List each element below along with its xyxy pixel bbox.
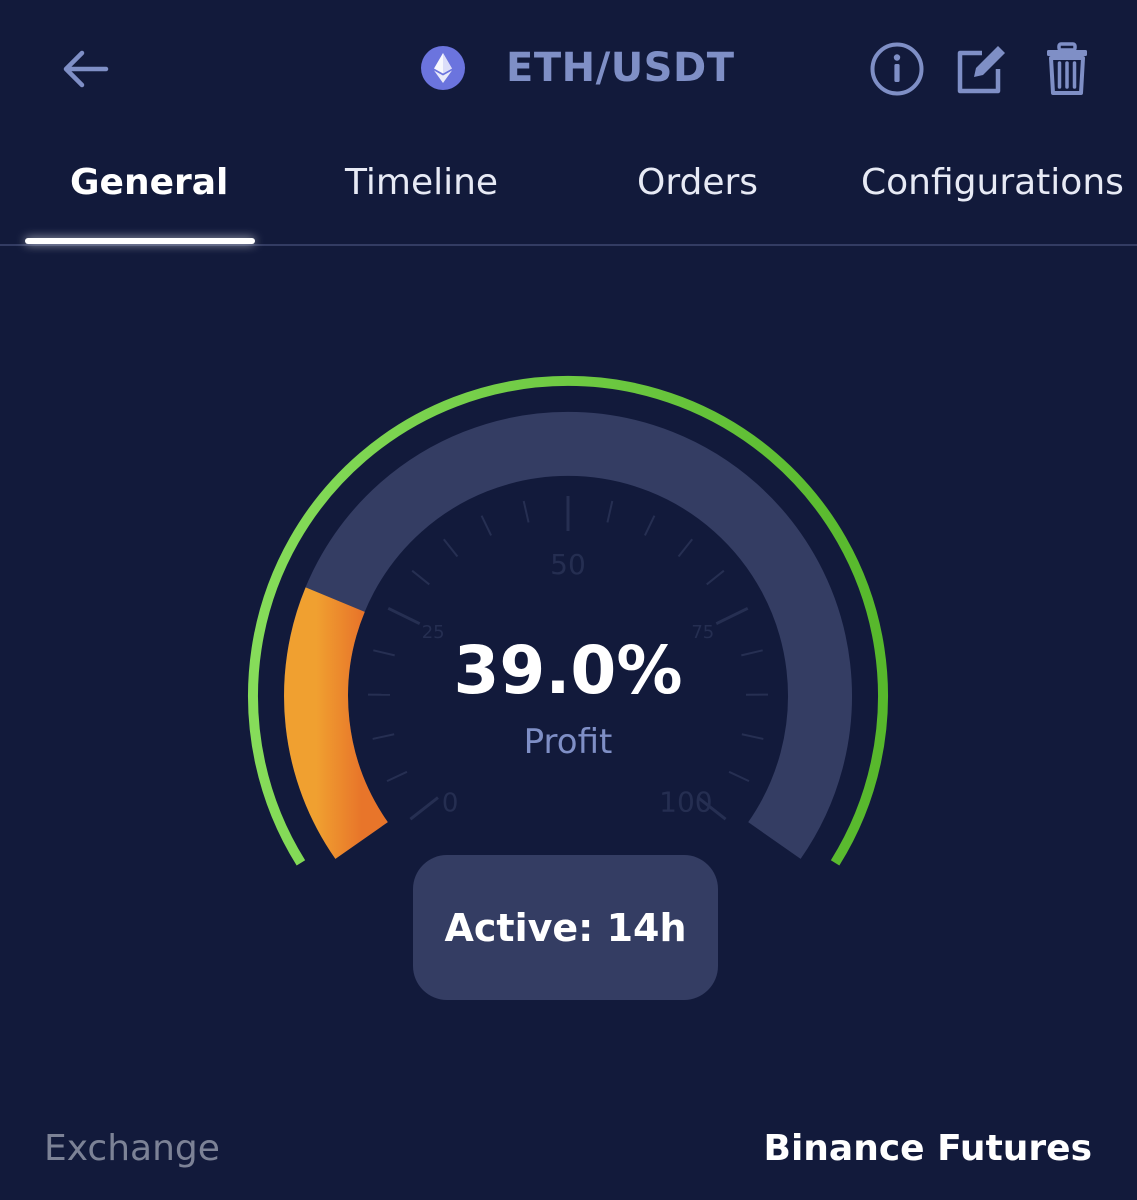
exchange-label: Exchange	[44, 1128, 220, 1169]
gauge-tick	[606, 500, 614, 523]
header-bar: ETH/USDT	[0, 0, 1137, 135]
profit-gauge: 0 25 50 75 100 39.0% Profit Active: 14h	[0, 250, 1137, 1050]
tab-timeline[interactable]: Timeline	[345, 162, 498, 203]
bot-detail-screen: ETH/USDT General Timeline Orders Configu…	[0, 0, 1137, 1200]
info-button[interactable]	[868, 40, 926, 98]
gauge-tick	[644, 515, 656, 536]
gauge-scale-label: 0	[442, 789, 459, 819]
gauge-tick	[741, 649, 763, 657]
gauge-tick	[372, 733, 395, 740]
trash-icon	[1047, 42, 1087, 95]
gauge-tick	[728, 770, 750, 783]
gauge-tick	[387, 606, 421, 626]
gauge-tick	[386, 770, 408, 783]
gauge-tick	[715, 606, 749, 626]
gauge-tick	[409, 796, 439, 821]
gauge-tick	[522, 500, 530, 523]
tab-general[interactable]: General	[70, 162, 228, 203]
gauge-tick	[411, 569, 430, 586]
ethereum-icon	[421, 46, 465, 90]
tab-bar: General Timeline Orders Configurations	[0, 150, 1137, 246]
profit-label: Profit	[523, 722, 613, 762]
gauge-tick	[373, 649, 395, 657]
gauge-tick	[677, 538, 694, 558]
profit-value: 39.0%	[453, 632, 683, 709]
gauge-tick	[741, 733, 764, 740]
tab-orders[interactable]: Orders	[637, 162, 758, 203]
active-tab-indicator	[25, 238, 255, 244]
exchange-value: Binance Futures	[763, 1128, 1092, 1169]
gauge-fill	[284, 587, 389, 859]
page-title: ETH/USDT	[506, 45, 735, 91]
delete-button[interactable]	[1038, 40, 1096, 98]
edit-icon	[957, 46, 1005, 94]
gauge-scale-label: 100	[659, 786, 712, 819]
gauge-tick	[480, 515, 492, 536]
arrow-left-icon	[63, 50, 109, 88]
gauge-tick	[442, 538, 459, 558]
tab-configurations[interactable]: Configurations	[861, 162, 1124, 203]
gauge-scale-label: 50	[550, 548, 586, 581]
active-duration-badge: Active: 14h	[413, 855, 718, 1000]
info-circle-icon	[870, 42, 924, 96]
back-button[interactable]	[58, 42, 112, 96]
gauge-tick	[706, 569, 725, 586]
pair-title-group: ETH/USDT	[420, 40, 734, 96]
edit-button[interactable]	[952, 40, 1010, 98]
